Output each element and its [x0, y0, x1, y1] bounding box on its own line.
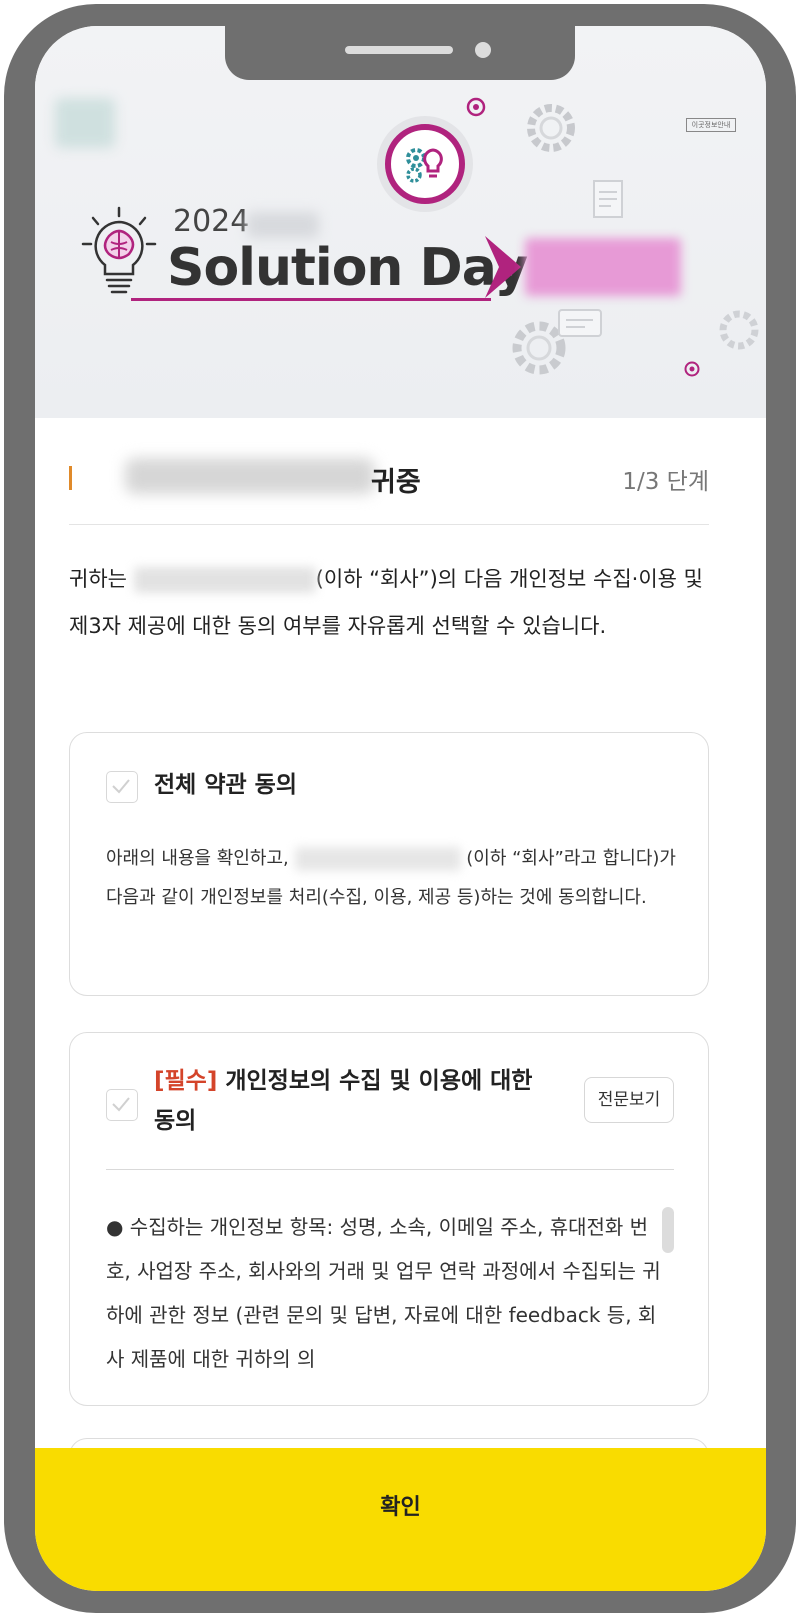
blurred-event-tag: [525, 238, 681, 296]
chat-icon: [558, 309, 602, 337]
gears-bulb-emblem: [385, 124, 465, 204]
agree-all-body-1: 아래의 내용을 확인하고,: [106, 848, 289, 869]
confirm-button[interactable]: 확인: [35, 1448, 766, 1591]
banner-year: 2024: [173, 204, 250, 239]
card-divider: [106, 1169, 674, 1170]
step-indicator: 1/3 단계: [622, 469, 709, 495]
agree-all-card: 전체 약관 동의 아래의 내용을 확인하고, (이하 “회사”라고 합니다)가 …: [69, 732, 709, 996]
intro-part-1: 귀하는: [69, 567, 127, 591]
intro-text: 귀하는 (이하 “회사”)의 다음 개인정보 수집·이용 및 제3자 제공에 대…: [69, 556, 719, 650]
phone-mockup: 이곳정보안내 2024 Solution Day 귀중 1/3 단계 귀하는 (…: [0, 0, 800, 1617]
gears-bulb-icon: [406, 148, 443, 183]
header-title-suffix: 귀중: [371, 467, 421, 498]
personal-info-consent-card: [필수] 개인정보의 수집 및 이용에 대한 동의 전문보기 ● 수집하는 개인…: [69, 1032, 709, 1406]
screen: 이곳정보안내 2024 Solution Day 귀중 1/3 단계 귀하는 (…: [35, 26, 766, 1591]
scrollbar-thumb[interactable]: [662, 1207, 674, 1253]
personal-info-title-block: [필수] 개인정보의 수집 및 이용에 대한 동의: [154, 1061, 554, 1141]
header-divider: [69, 524, 709, 525]
header-accent-bar: [69, 466, 72, 490]
personal-info-body: ● 수집하는 개인정보 항목: 성명, 소속, 이메일 주소, 휴대전화 번호,…: [106, 1215, 661, 1371]
small-gear-icon: [466, 97, 486, 117]
required-tag: [필수]: [154, 1068, 218, 1094]
personal-info-checkbox[interactable]: [106, 1089, 138, 1121]
grey-gear-icon: [719, 310, 759, 350]
corner-tag: 이곳정보안내: [686, 118, 736, 132]
agree-all-checkbox[interactable]: [106, 771, 138, 803]
document-icon: [593, 180, 623, 218]
blurred-logo: [55, 98, 115, 148]
title-underline: [131, 298, 491, 301]
event-banner: 이곳정보안내 2024 Solution Day: [35, 26, 766, 418]
check-icon: [112, 779, 130, 794]
confirm-label: 확인: [380, 1493, 421, 1519]
check-icon: [112, 1097, 130, 1112]
section-header: 귀중 1/3 단계: [69, 456, 709, 506]
banner-title: Solution Day: [167, 238, 528, 298]
blurred-company-name: [125, 458, 375, 494]
agree-all-description: 아래의 내용을 확인하고, (이하 “회사”라고 합니다)가 다음과 같이 개인…: [106, 839, 686, 917]
view-full-button[interactable]: 전문보기: [584, 1077, 674, 1123]
blurred-company-inline: [294, 847, 461, 871]
phone-notch: [225, 26, 575, 80]
brain-bulb-icon: [81, 206, 157, 294]
blurred-year-suffix: [247, 212, 319, 238]
agree-all-title: 전체 약관 동의: [154, 772, 297, 798]
speaker-grille: [345, 46, 453, 54]
grey-gear-icon: [527, 104, 575, 152]
front-camera: [475, 42, 491, 58]
small-gear-icon: [684, 361, 700, 377]
blurred-company-inline: [133, 567, 316, 593]
chevron-right-icon: [485, 236, 521, 298]
